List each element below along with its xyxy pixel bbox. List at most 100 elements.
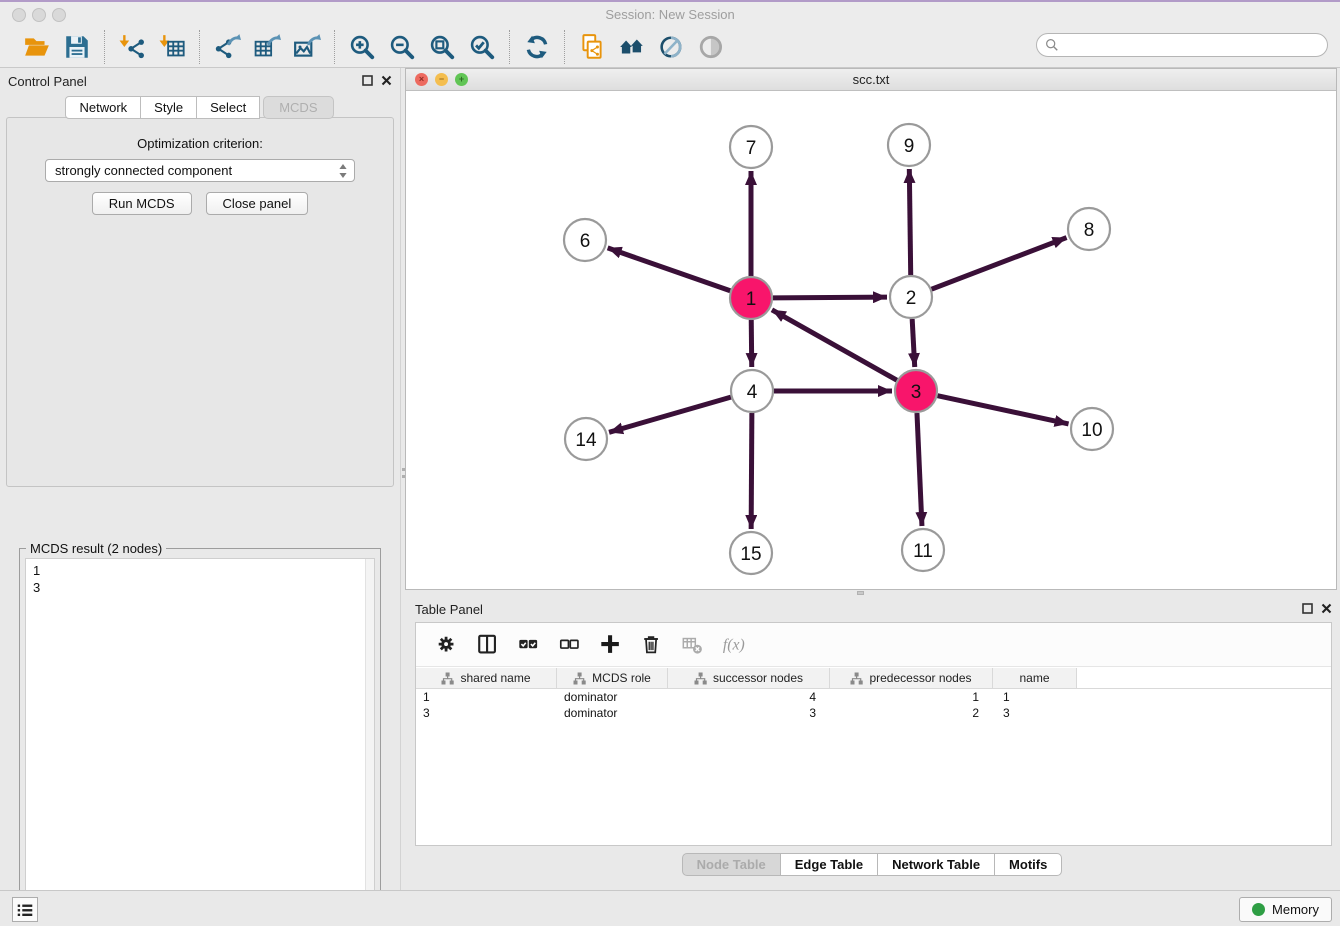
svg-text:1: 1 [746,289,757,310]
search-icon [1045,38,1059,52]
graph-node-15[interactable]: 15 [730,532,772,574]
column-header-predecessor-nodes[interactable]: predecessor nodes [830,668,993,688]
network-canvas[interactable]: 1 2 3 4 6 7 8 9 10 11 14 15 [406,91,1336,589]
zoom-in-icon[interactable] [347,32,377,62]
cell-name[interactable]: 1 [993,689,1077,705]
tab-node-table[interactable]: Node Table [682,853,781,876]
graph-edge-1-6[interactable] [608,248,731,291]
tab-edge-table[interactable]: Edge Table [780,853,878,876]
column-header-MCDS-role[interactable]: MCDS role [557,668,668,688]
table-row[interactable]: 3dominator323 [416,705,1331,721]
svg-text:15: 15 [740,544,761,565]
cell-name[interactable]: 3 [993,705,1077,721]
control-panel: Control Panel Network Style Select MCDS … [0,68,400,890]
svg-text:f(x): f(x) [723,636,745,653]
graph-node-1[interactable]: 1 [730,277,772,319]
export-network-icon[interactable] [212,32,242,62]
criterion-select[interactable]: strongly connected component [45,159,355,182]
graph-edge-3-1[interactable] [772,310,897,380]
graph-node-4[interactable]: 4 [731,370,773,412]
gear-icon[interactable] [434,632,460,658]
select-all-icon[interactable] [516,632,542,658]
graph-node-14[interactable]: 14 [565,418,607,460]
zoom-fit-icon[interactable] [427,32,457,62]
export-table-icon[interactable] [252,32,282,62]
float-panel-icon[interactable] [362,75,373,86]
close-panel-button[interactable]: Close panel [206,192,309,215]
close-panel-icon[interactable] [381,75,392,86]
status-bar: Memory [0,890,1340,926]
mcds-tab-content: Optimization criterion: strongly connect… [6,117,394,487]
graph-node-3[interactable]: 3 [895,370,937,412]
column-header-shared-name[interactable]: shared name [416,668,557,688]
export-image-icon[interactable] [292,32,322,62]
memory-button[interactable]: Memory [1239,897,1332,922]
graph-edge-3-10[interactable] [938,396,1069,424]
tab-motifs[interactable]: Motifs [994,853,1062,876]
graph-edge-1-4[interactable] [751,320,752,367]
open-icon[interactable] [22,32,52,62]
graph-edge-1-2[interactable] [773,297,887,298]
tab-mcds[interactable]: MCDS [263,96,333,119]
cell-MCDS-role[interactable]: dominator [557,689,668,705]
column-header-name[interactable]: name [993,668,1077,688]
cell-successor-nodes[interactable]: 4 [668,689,830,705]
node-table: shared nameMCDS rolesuccessor nodesprede… [416,668,1331,845]
columns-icon[interactable] [475,632,501,658]
graph-node-11[interactable]: 11 [902,529,944,571]
graph-node-10[interactable]: 10 [1071,408,1113,450]
run-mcds-button[interactable]: Run MCDS [92,192,192,215]
graph-edge-3-11[interactable] [917,413,922,526]
zoom-out-icon[interactable] [387,32,417,62]
graph-edge-4-14[interactable] [609,397,731,432]
cell-predecessor-nodes[interactable]: 1 [830,689,993,705]
cell-shared-name[interactable]: 1 [416,689,557,705]
tab-style[interactable]: Style [140,96,197,119]
graph-edge-2-8[interactable] [932,238,1067,290]
result-scrollbar[interactable] [365,559,374,918]
mcds-result-title: MCDS result (2 nodes) [26,541,166,556]
graph-node-8[interactable]: 8 [1068,208,1110,250]
graph-edge-2-3[interactable] [912,319,915,367]
svg-text:3: 3 [911,382,922,403]
task-history-button[interactable] [12,897,38,922]
mcds-result-textarea[interactable]: 1 3 [25,558,375,919]
tab-select[interactable]: Select [196,96,260,119]
graph-node-9[interactable]: 9 [888,124,930,166]
copy-network-icon[interactable] [577,32,607,62]
graph-edge-4-15[interactable] [751,413,752,529]
window-title: Session: New Session [0,2,1340,28]
cell-shared-name[interactable]: 3 [416,705,557,721]
tree-icon [694,672,707,685]
control-panel-tabs: Network Style Select MCDS [0,96,400,119]
save-icon[interactable] [62,32,92,62]
search-input[interactable] [1059,35,1327,55]
table-row[interactable]: 1dominator411 [416,689,1331,705]
graph-node-6[interactable]: 6 [564,219,606,261]
cell-predecessor-nodes[interactable]: 2 [830,705,993,721]
tab-network[interactable]: Network [65,96,141,119]
close-table-panel-icon[interactable] [1321,603,1332,614]
search-box[interactable] [1036,33,1328,57]
graph-node-7[interactable]: 7 [730,126,772,168]
cell-successor-nodes[interactable]: 3 [668,705,830,721]
tab-network-table[interactable]: Network Table [877,853,995,876]
refresh-icon[interactable] [522,32,552,62]
select-spinner-icon [338,163,348,182]
node-table-container: f(x) shared nameMCDS rolesuccessor nodes… [415,622,1332,846]
home-icon[interactable] [617,32,647,62]
add-icon[interactable] [598,632,624,658]
graph-node-2[interactable]: 2 [890,276,932,318]
graph-edge-2-9[interactable] [909,169,910,275]
unselect-all-icon[interactable] [557,632,583,658]
table-panel: Table Panel f(x) shared nameMCDS rolesuc… [405,596,1340,890]
import-table-icon[interactable] [157,32,187,62]
zoom-selected-icon[interactable] [467,32,497,62]
column-header-successor-nodes[interactable]: successor nodes [668,668,830,688]
cell-MCDS-role[interactable]: dominator [557,705,668,721]
import-network-icon[interactable] [117,32,147,62]
list-icon [15,900,35,920]
hide-style-icon[interactable] [657,32,687,62]
float-table-panel-icon[interactable] [1302,603,1313,614]
trash-icon[interactable] [639,632,665,658]
